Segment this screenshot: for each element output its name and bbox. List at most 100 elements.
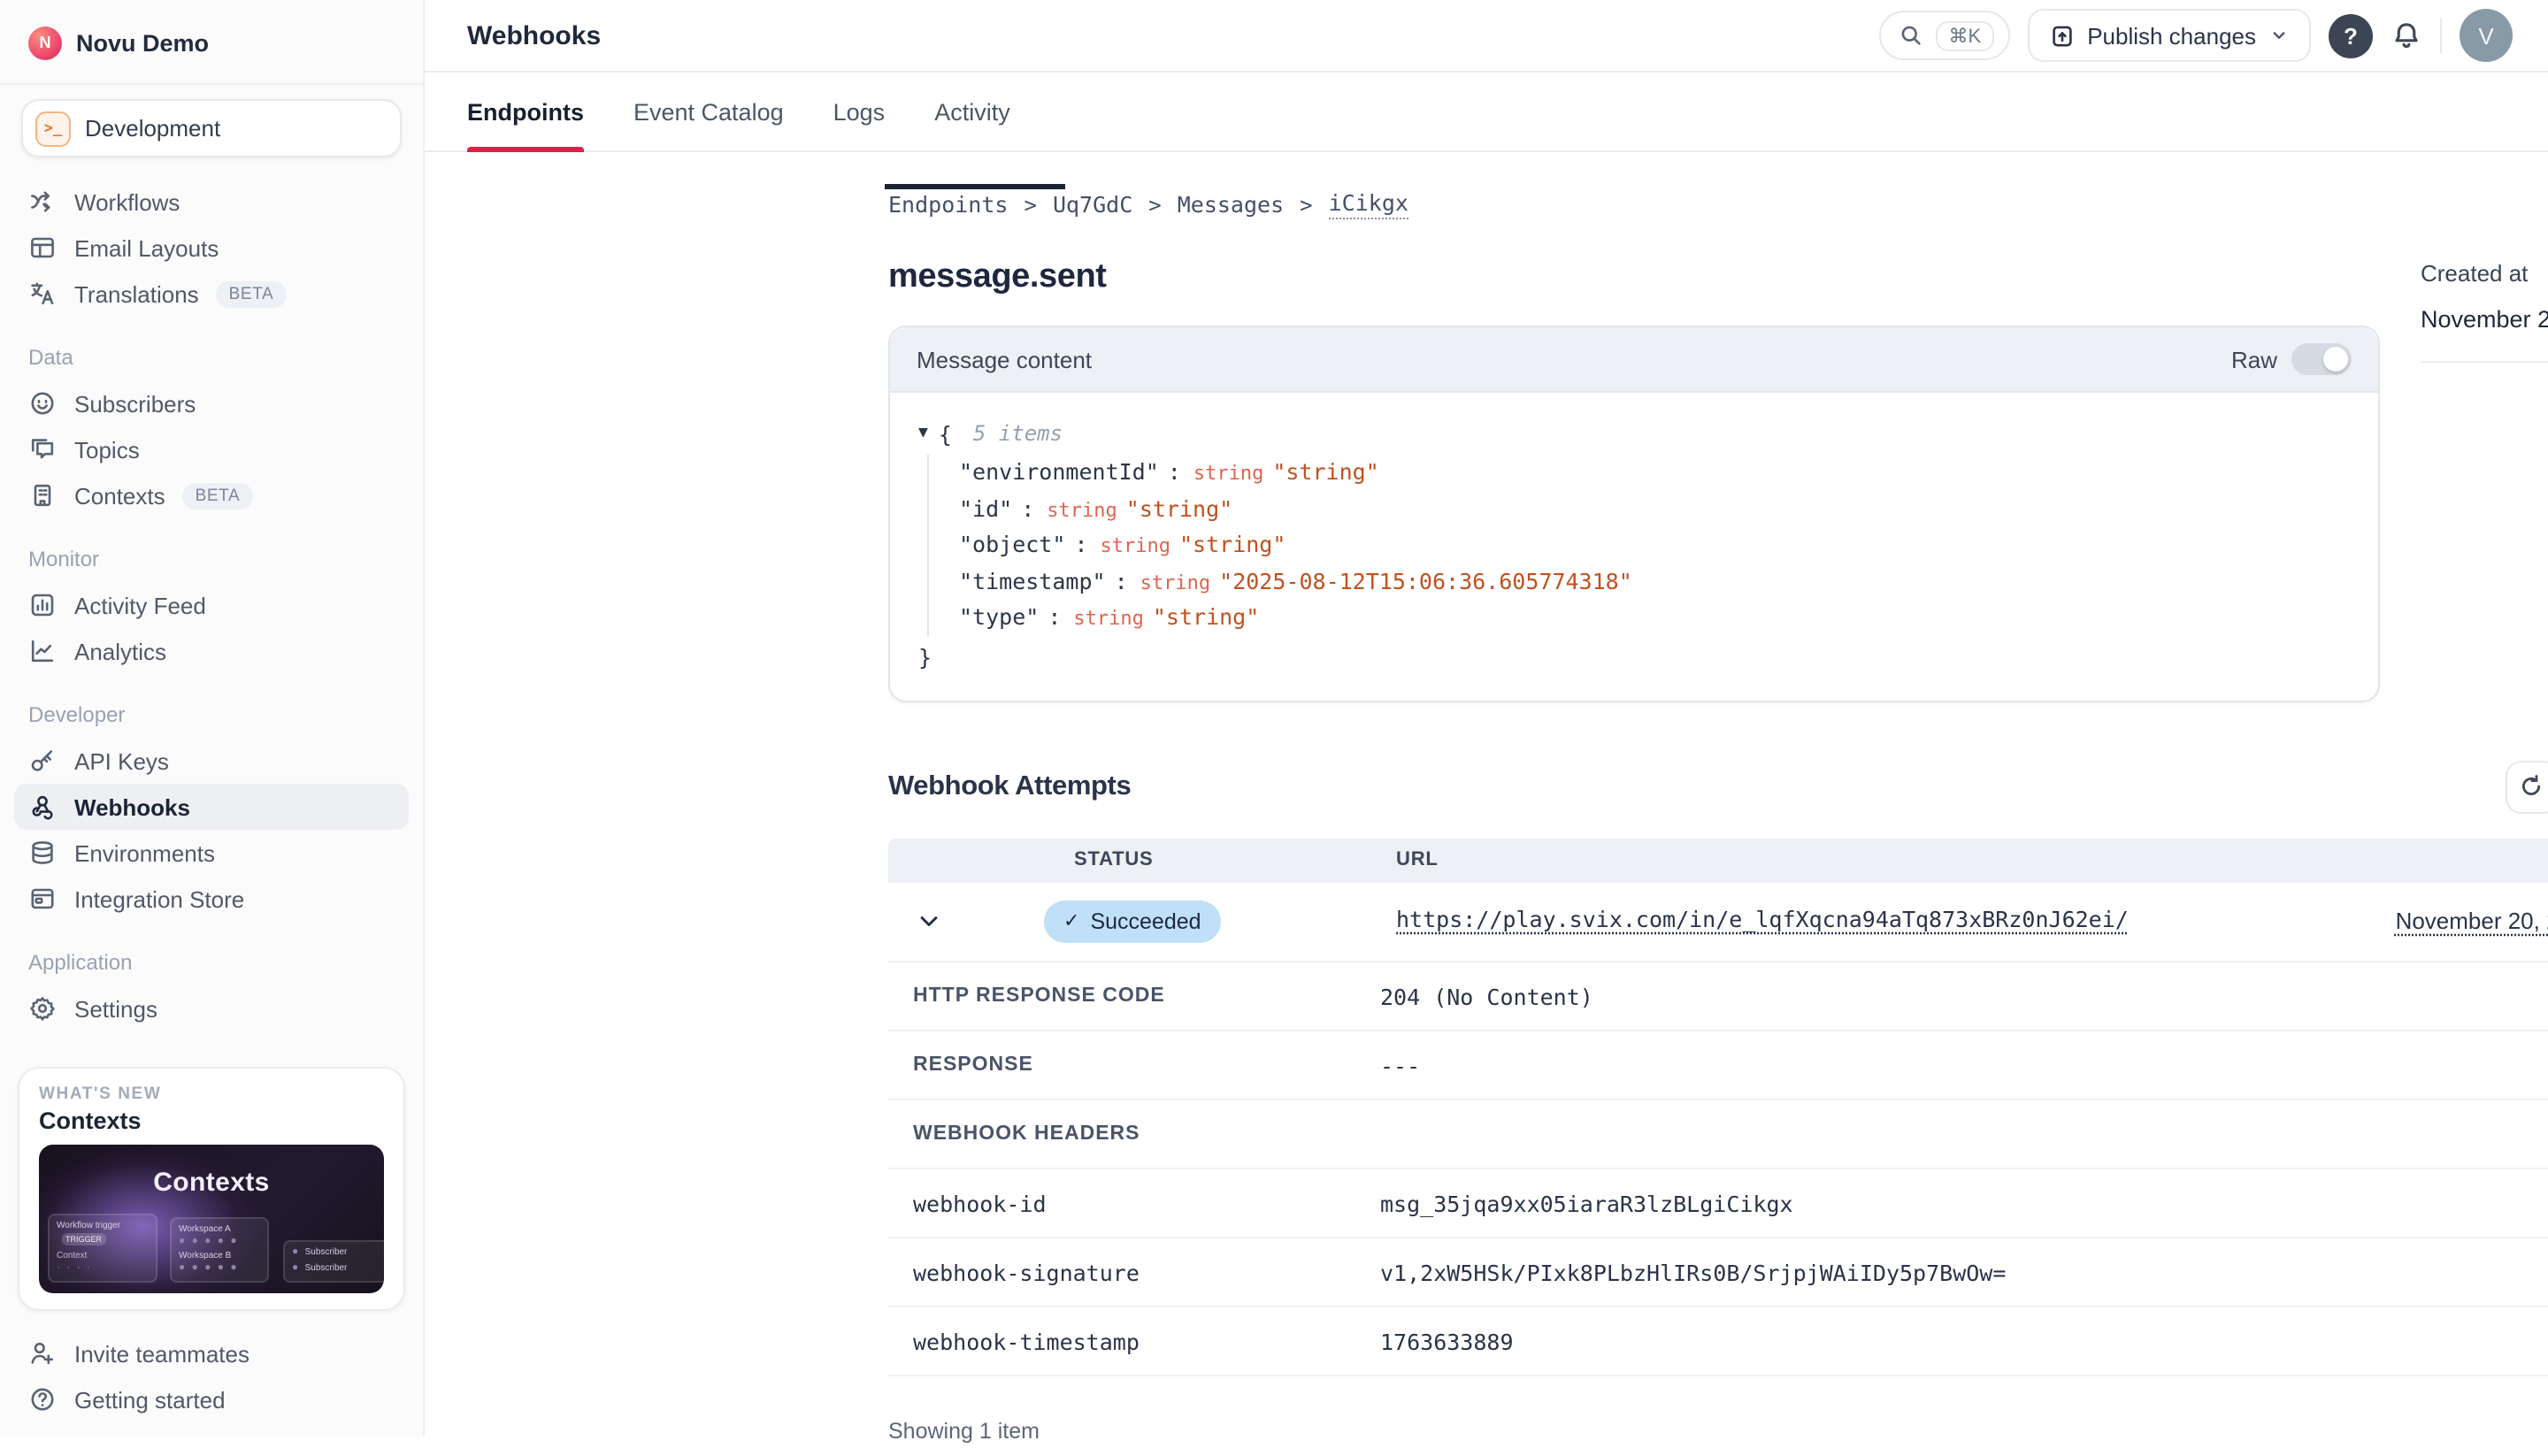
attempts-footer: Showing 1 item <box>888 1410 2548 1456</box>
row-expand-chevron-icon[interactable] <box>917 909 941 934</box>
breadcrumb-item-uq7gdc[interactable]: Uq7GdC <box>1053 191 1132 218</box>
whats-new-card[interactable]: WHAT'S NEW Contexts Contexts Workflow tr… <box>18 1067 405 1311</box>
created-at-block: Created at November 20, 2025 at 11:18 AM <box>2421 260 2548 363</box>
sidebar: N Novu Demo >_ Development WorkflowsEmai… <box>0 0 425 1437</box>
message-content-title: Message content <box>917 346 1092 372</box>
help-button[interactable]: ? <box>2329 13 2373 57</box>
sidebar-item-webhooks[interactable]: Webhooks <box>14 784 409 830</box>
invite-icon <box>28 1339 57 1368</box>
json-key: "type" <box>959 604 1039 631</box>
search-button[interactable]: ⌘K <box>1880 11 2010 60</box>
json-colon: : <box>1021 494 1034 521</box>
breadcrumb-item-icikgx[interactable]: iCikgx <box>1329 189 1408 219</box>
sidebar-item-environments[interactable]: Environments <box>14 830 409 876</box>
sidebar-item-email-layouts[interactable]: Email Layouts <box>14 225 409 271</box>
novu-logo: N <box>28 26 62 59</box>
meta-divider <box>2421 361 2548 363</box>
json-value: "2025-08-12T15:06:36.605774318" <box>1219 568 1632 594</box>
sidebar-section-heading-application: Application <box>28 946 395 978</box>
json-value: "string" <box>1126 494 1232 521</box>
json-open-brace: { <box>939 420 952 447</box>
json-field-environmentid: "environmentId":string"string" <box>959 455 2350 491</box>
sidebar-item-topics[interactable]: Topics <box>14 426 409 472</box>
sidebar-item-contexts[interactable]: ContextsBETA <box>14 472 409 518</box>
sidebar-section-heading-developer: Developer <box>28 699 395 731</box>
translations-icon <box>28 280 57 308</box>
attempt-timestamp[interactable]: November 20, 2025 at 11:18 AM <box>2396 908 2548 934</box>
json-items-note: 5 items <box>973 421 1063 446</box>
tab-logs[interactable]: Logs <box>833 73 886 150</box>
environment-label: Development <box>85 115 220 142</box>
detail-label: webhook-signature <box>913 1260 1140 1286</box>
sidebar-item-integration-store[interactable]: Integration Store <box>14 876 409 922</box>
help-icon <box>28 1385 57 1414</box>
search-icon <box>1899 23 1924 48</box>
refresh-button[interactable] <box>2506 761 2548 814</box>
sidebar-link-invite-teammates[interactable]: Invite teammates <box>28 1330 395 1376</box>
environment-switcher[interactable]: >_ Development <box>21 99 402 157</box>
json-field-object: "object":string"string" <box>959 527 2350 563</box>
sidebar-item-subscribers[interactable]: Subscribers <box>14 380 409 426</box>
settings-icon <box>28 994 57 1023</box>
publish-changes-button[interactable]: Publish changes <box>2027 9 2311 62</box>
breadcrumb: Endpoints>Uq7GdC>Messages>iCikgx <box>888 189 2548 219</box>
topbar-divider <box>2440 18 2442 53</box>
tab-endpoints[interactable]: Endpoints <box>467 73 584 150</box>
sidebar-item-workflows[interactable]: Workflows <box>14 179 409 225</box>
check-icon: ✓ <box>1063 910 1079 933</box>
json-colon: : <box>1168 458 1181 485</box>
sidebar-nav: WorkflowsEmail LayoutsTranslationsBETADa… <box>0 179 423 1031</box>
tab-label: Logs <box>833 98 886 125</box>
subscribers-icon <box>28 389 57 418</box>
sidebar-item-api-keys[interactable]: API Keys <box>14 738 409 784</box>
beta-badge: BETA <box>183 482 253 509</box>
attempt-detail-row-webhook-id: webhook-idmsg_35jqa9xx05iaraR3lzBLgiCikg… <box>888 1169 2548 1238</box>
page-title: Webhooks <box>467 20 601 50</box>
json-key: "object" <box>959 531 1065 557</box>
activity-feed-icon <box>28 591 57 619</box>
json-colon: : <box>1048 604 1061 631</box>
detail-value: 204 (No Content) <box>1380 984 1593 1010</box>
json-value: "string" <box>1272 458 1378 485</box>
app-window: N Novu Demo >_ Development WorkflowsEmai… <box>0 0 2548 1437</box>
breadcrumb-item-endpoints[interactable]: Endpoints <box>888 191 1008 218</box>
sidebar-item-label: API Keys <box>74 747 169 774</box>
topbar: Webhooks ⌘K Publish changes ? V <box>425 0 2548 73</box>
json-key: "environmentId" <box>959 458 1159 485</box>
whats-new-graphic-title: Contexts <box>39 1168 384 1198</box>
detail-label: RESPONSE <box>913 1054 1033 1076</box>
detail-label: WEBHOOK HEADERS <box>913 1123 1140 1145</box>
detail-value: msg_35jqa9xx05iaraR3lzBLgiCikgx <box>1380 1191 1793 1217</box>
sidebar-footer-links: Invite teammates Getting started <box>28 1330 395 1422</box>
sidebar-item-settings[interactable]: Settings <box>14 985 409 1031</box>
attempts-table-header: STATUS URL TIMESTAMP <box>888 839 2548 883</box>
tab-event-catalog[interactable]: Event Catalog <box>633 73 784 150</box>
message-content-header: Message content Raw <box>890 327 2378 393</box>
column-url: URL <box>1396 839 1439 883</box>
attempt-detail-row-http-response-code: HTTP RESPONSE CODE204 (No Content) <box>888 962 2548 1031</box>
raw-toggle[interactable] <box>2291 343 2352 375</box>
notifications-bell-icon[interactable] <box>2391 19 2422 51</box>
json-close-brace: } <box>918 640 2350 676</box>
topics-icon <box>28 435 57 464</box>
json-colon: : <box>1115 568 1128 594</box>
sidebar-item-activity-feed[interactable]: Activity Feed <box>14 582 409 628</box>
sidebar-link-label: Getting started <box>74 1386 226 1413</box>
sidebar-item-analytics[interactable]: Analytics <box>14 628 409 674</box>
tab-activity[interactable]: Activity <box>934 73 1010 150</box>
sidebar-item-label: Integration Store <box>74 885 244 912</box>
json-collapse-icon[interactable]: ▼ <box>918 425 928 442</box>
user-avatar[interactable]: V <box>2460 9 2513 62</box>
attempt-url-link[interactable]: https://play.svix.com/in/e_lqfXqcna94aTq… <box>1396 906 2129 932</box>
sidebar-link-getting-started[interactable]: Getting started <box>28 1376 395 1422</box>
attempt-detail-row-response: RESPONSE--- <box>888 1031 2548 1100</box>
json-colon: : <box>1074 531 1087 557</box>
json-type: string <box>1073 608 1144 631</box>
attempt-details: HTTP RESPONSE CODE204 (No Content)RESPON… <box>888 962 2548 1376</box>
sidebar-item-translations[interactable]: TranslationsBETA <box>14 271 409 317</box>
message-content-card: Message content Raw ▼ { 5 items "environ… <box>888 326 2380 702</box>
json-type: string <box>1140 571 1211 594</box>
breadcrumb-item-messages[interactable]: Messages <box>1178 191 1284 218</box>
beta-badge: BETA <box>217 280 287 307</box>
org-switcher[interactable]: N Novu Demo <box>28 18 395 67</box>
